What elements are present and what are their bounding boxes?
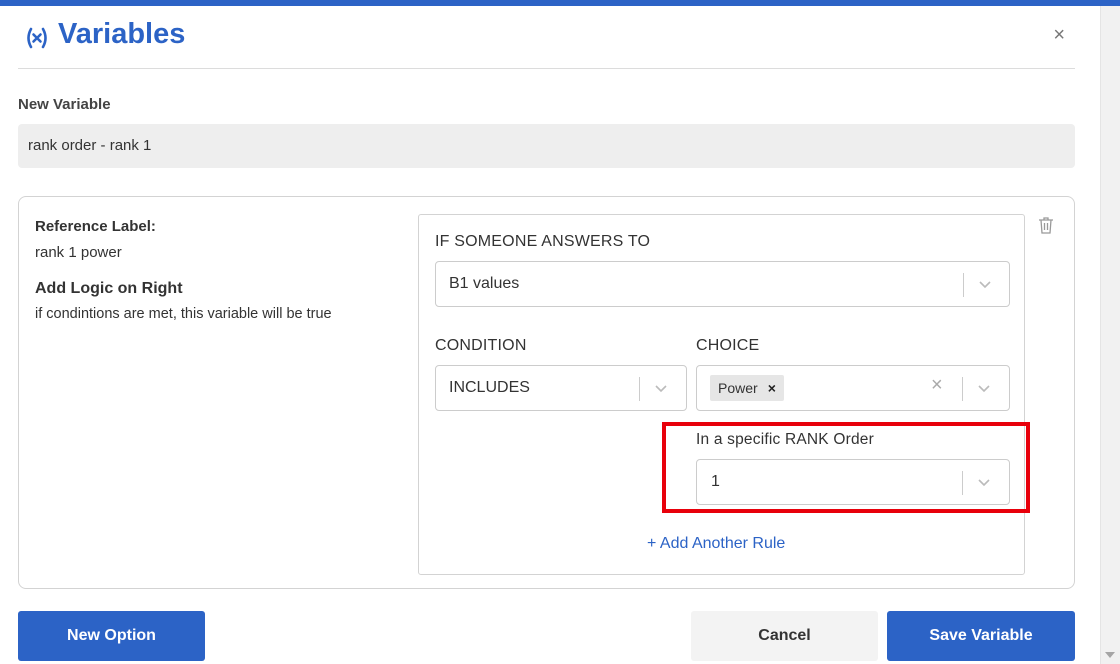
cancel-button[interactable]: Cancel [691,611,878,661]
choice-label: CHOICE [696,337,760,354]
select-separator [639,377,640,401]
choice-chip-label: Power [718,380,758,396]
new-variable-input[interactable]: rank order - rank 1 [18,124,1075,168]
select-separator [962,377,963,401]
choice-chip: Power × [710,375,784,401]
highlight-box [662,422,1030,513]
logic-rule-panel: IF SOMEONE ANSWERS TO B1 values CONDITIO… [418,214,1025,575]
chevron-down-icon[interactable] [976,382,992,394]
scroll-down-arrow-icon[interactable] [1105,652,1115,658]
chevron-down-icon[interactable] [653,382,669,394]
reference-label-heading: Reference Label: [35,218,156,235]
question-select[interactable]: B1 values [435,261,1010,307]
variable-option-card: Reference Label: rank 1 power Add Logic … [18,196,1075,589]
chip-remove-icon[interactable]: × [768,375,776,401]
close-icon[interactable]: × [1053,24,1065,47]
condition-select-value: INCLUDES [449,379,530,396]
save-variable-button[interactable]: Save Variable [887,611,1075,661]
add-logic-description: if condintions are met, this variable wi… [35,306,332,322]
dialog-header: Variables × [18,8,1075,69]
if-answers-label: IF SOMEONE ANSWERS TO [435,233,651,250]
chevron-down-icon[interactable] [977,278,993,290]
top-accent-bar [0,0,1120,6]
new-variable-label: New Variable [18,96,111,113]
scrollbar[interactable] [1100,6,1120,664]
variable-icon [27,27,47,49]
trash-icon[interactable] [1038,216,1054,234]
question-select-value: B1 values [449,275,520,292]
select-separator [963,273,964,297]
choice-select[interactable]: Power × × [696,365,1010,411]
condition-select[interactable]: INCLUDES [435,365,687,411]
clear-selection-icon[interactable]: × [931,374,943,397]
page-title: Variables [58,18,186,50]
new-option-button[interactable]: New Option [18,611,205,661]
condition-label: CONDITION [435,337,527,354]
add-logic-heading: Add Logic on Right [35,280,183,297]
add-another-rule-link[interactable]: + Add Another Rule [647,535,785,553]
reference-label-value: rank 1 power [35,244,122,261]
